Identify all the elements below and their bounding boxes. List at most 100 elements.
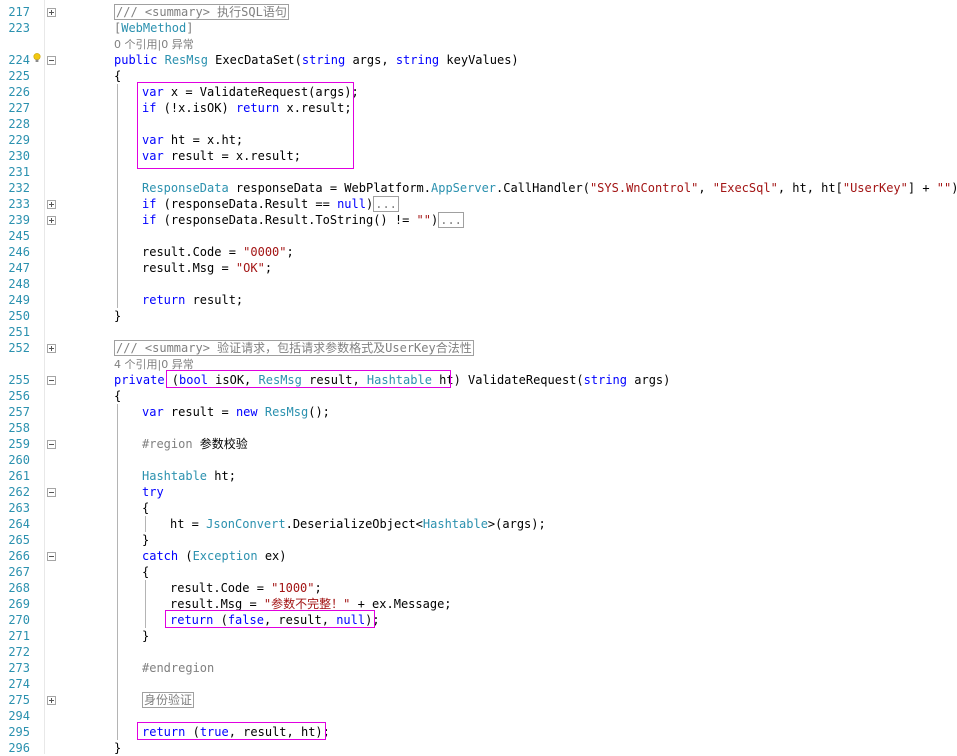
- expand-fold-icon[interactable]: [47, 344, 56, 353]
- indent-guide: [117, 452, 118, 468]
- code-token: ht) ValidateRequest(: [431, 373, 584, 387]
- code-line: 263 {: [0, 500, 957, 516]
- code-line: 250}: [0, 308, 957, 324]
- code-token: ExecDataSet(: [207, 53, 302, 67]
- indent-guide: [145, 596, 146, 612]
- indent-guide: [145, 580, 146, 596]
- indent-guide: [117, 164, 118, 180]
- code-text: {: [114, 388, 121, 404]
- line-number: 251: [8, 325, 30, 339]
- line-number: 261: [8, 469, 30, 483]
- code-text: {: [142, 564, 149, 580]
- code-token: ;: [314, 581, 322, 595]
- code-token: }: [142, 629, 150, 643]
- line-number: 225: [8, 69, 30, 83]
- line-number: 259: [8, 437, 30, 451]
- indent-guide: [117, 132, 118, 148]
- code-text: #region 参数校验: [142, 436, 248, 452]
- collapse-fold-icon[interactable]: [47, 440, 56, 449]
- code-line: 275 身份验证: [0, 692, 957, 708]
- code-token: null: [337, 197, 366, 211]
- code-text: }: [142, 628, 149, 644]
- line-number: 231: [8, 165, 30, 179]
- code-line: 262 try: [0, 484, 957, 500]
- code-token: 0 个引用|0 异常: [114, 38, 194, 51]
- expand-fold-icon[interactable]: [47, 8, 56, 17]
- code-line: 217 /// <summary> 执行SQL语句: [0, 4, 957, 20]
- code-line: 260: [0, 452, 957, 468]
- highlight-box-tuple-return-type: [166, 370, 451, 388]
- code-token: return: [142, 293, 186, 307]
- line-number: 226: [8, 85, 30, 99]
- code-text: return result;: [142, 292, 243, 308]
- code-token: "参数不完整！": [263, 597, 351, 611]
- code-token: result.Msg =: [142, 261, 236, 275]
- code-token: JsonConvert: [206, 517, 286, 531]
- indent-guide: [117, 228, 118, 244]
- indent-guide: [117, 548, 118, 564]
- code-token: "1000": [271, 581, 315, 595]
- code-token: string: [395, 53, 440, 67]
- highlight-box-return-false: [165, 610, 375, 628]
- code-token: ResponseData: [142, 181, 229, 195]
- code-token: "0000": [243, 245, 287, 259]
- code-token: >(args);: [487, 517, 546, 531]
- code-token: ;: [286, 245, 294, 259]
- line-number: 263: [8, 501, 30, 515]
- code-token: if: [142, 213, 157, 227]
- line-number: 271: [8, 629, 30, 643]
- code-text: {: [114, 68, 121, 84]
- code-line: 258: [0, 420, 957, 436]
- collapse-fold-icon[interactable]: [47, 552, 56, 561]
- expand-fold-icon[interactable]: [47, 696, 56, 705]
- line-number: 232: [8, 181, 30, 195]
- code-token: ...: [373, 196, 399, 212]
- code-editor[interactable]: 217 /// <summary> 执行SQL语句 223 [WebMethod] 0 …: [0, 0, 957, 755]
- code-text: [WebMethod]: [114, 20, 194, 36]
- indent-guide: [117, 516, 118, 532]
- code-token: keyValues): [439, 53, 519, 67]
- code-token: ...: [438, 212, 464, 228]
- line-number: 268: [8, 581, 30, 595]
- collapse-fold-icon[interactable]: [47, 488, 56, 497]
- indent-guide: [117, 260, 118, 276]
- code-token: {: [114, 69, 122, 83]
- code-line: 239 if (responseData.Result.ToString() !=…: [0, 212, 957, 228]
- code-line: 264 ht = JsonConvert.DeserializeObject<Ha…: [0, 516, 957, 532]
- code-token: args): [627, 373, 671, 387]
- code-line: 246 result.Code = "0000";: [0, 244, 957, 260]
- line-number: 229: [8, 133, 30, 147]
- code-text: ResponseData responseData = WebPlatform.…: [142, 180, 957, 196]
- lightbulb-icon[interactable]: [33, 53, 41, 63]
- line-number: 270: [8, 613, 30, 627]
- code-token: Exception: [192, 549, 258, 563]
- collapse-fold-icon[interactable]: [47, 376, 56, 385]
- line-number: 249: [8, 293, 30, 307]
- code-line: 256 {: [0, 388, 957, 404]
- code-text: }: [114, 308, 121, 324]
- code-token: "UserKey": [842, 181, 908, 195]
- highlight-box-validate-block: [137, 82, 354, 169]
- expand-fold-icon[interactable]: [47, 216, 56, 225]
- code-token: /// <summary> 执行SQL语句: [114, 4, 289, 20]
- code-line: 249 return result;: [0, 292, 957, 308]
- indent-guide: [117, 100, 118, 116]
- code-line: 274: [0, 676, 957, 692]
- line-number: 267: [8, 565, 30, 579]
- expand-fold-icon[interactable]: [47, 200, 56, 209]
- code-token: "ExecSql": [712, 181, 778, 195]
- code-line: 266 catch (Exception ex): [0, 548, 957, 564]
- code-line: 223 [WebMethod]: [0, 20, 957, 36]
- code-token: /// <summary> 验证请求，包括请求参数格式及UserKey合法性: [114, 340, 474, 356]
- code-line: 259 #region 参数校验: [0, 436, 957, 452]
- code-token: ResMsg: [164, 53, 208, 67]
- code-text: {: [142, 500, 149, 516]
- line-number: 274: [8, 677, 30, 691]
- code-token: .DeserializeObject<: [285, 517, 423, 531]
- code-token: ]: [186, 21, 194, 35]
- collapse-fold-icon[interactable]: [47, 56, 56, 65]
- code-text: if (responseData.Result.ToString() != ""…: [142, 212, 464, 228]
- code-token: catch: [142, 549, 179, 563]
- line-number: 258: [8, 421, 30, 435]
